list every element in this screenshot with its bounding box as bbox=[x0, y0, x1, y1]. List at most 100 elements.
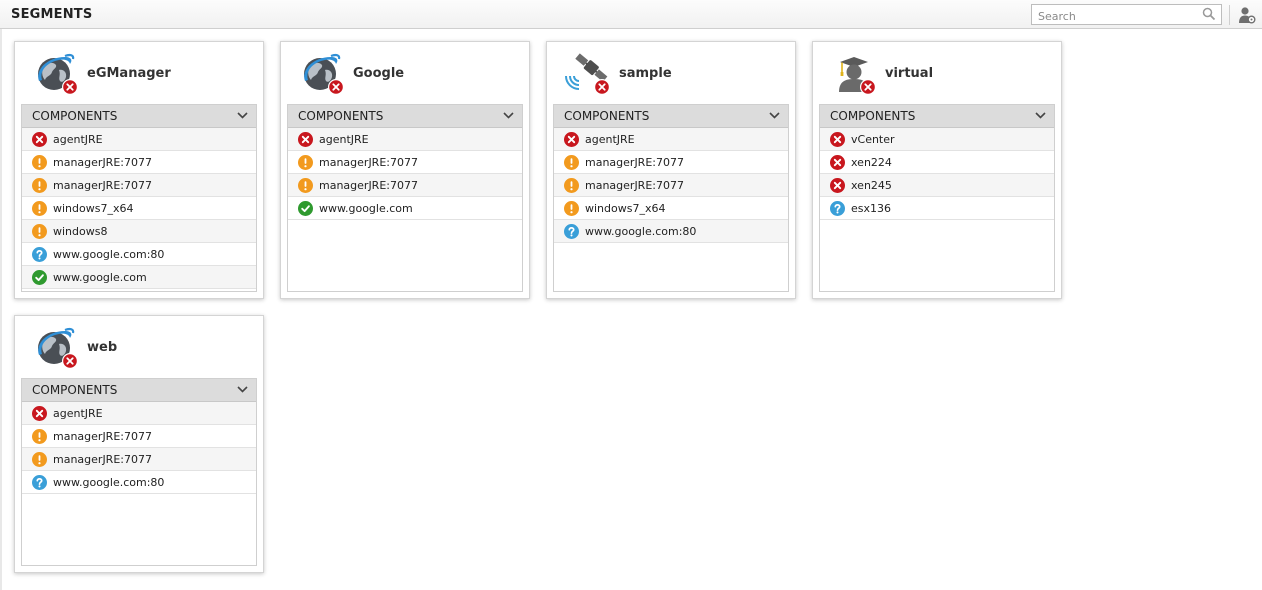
component-row[interactable]: managerJRE:7077 bbox=[22, 448, 256, 471]
component-row[interactable]: www.google.com bbox=[288, 197, 522, 220]
component-name: esx136 bbox=[851, 202, 892, 215]
chevron-down-icon[interactable] bbox=[237, 386, 248, 393]
chevron-down-icon[interactable] bbox=[237, 112, 248, 119]
component-row[interactable]: managerJRE:7077 bbox=[22, 425, 256, 448]
search-input[interactable] bbox=[1032, 7, 1198, 26]
segment-card-header[interactable]: eGManager bbox=[15, 42, 263, 104]
user-settings-icon[interactable] bbox=[1238, 6, 1256, 24]
component-name: windows7_x64 bbox=[585, 202, 666, 215]
unknown-status-icon bbox=[32, 247, 47, 262]
globe-icon bbox=[38, 327, 78, 369]
component-row[interactable]: esx136 bbox=[820, 197, 1054, 220]
segment-card[interactable]: virtual COMPONENTS vCenter xen224 xen245 esx1… bbox=[812, 41, 1062, 299]
component-row[interactable]: managerJRE:7077 bbox=[22, 174, 256, 197]
critical-status-icon bbox=[830, 178, 845, 193]
component-name: managerJRE:7077 bbox=[53, 453, 152, 466]
components-header[interactable]: COMPONENTS bbox=[22, 105, 256, 128]
component-row[interactable]: managerJRE:7077 bbox=[554, 174, 788, 197]
component-row[interactable]: managerJRE:7077 bbox=[22, 151, 256, 174]
components-header-label: COMPONENTS bbox=[564, 109, 650, 123]
search-box[interactable] bbox=[1031, 4, 1222, 26]
components-header[interactable]: COMPONENTS bbox=[554, 105, 788, 128]
unknown-status-icon bbox=[830, 201, 845, 216]
major-status-icon bbox=[32, 155, 47, 170]
major-status-icon bbox=[32, 201, 47, 216]
segment-card-header[interactable]: virtual bbox=[813, 42, 1061, 104]
critical-badge-icon bbox=[594, 79, 610, 95]
component-name: www.google.com:80 bbox=[53, 476, 165, 489]
component-row[interactable]: agentJRE bbox=[288, 128, 522, 151]
components-header[interactable]: COMPONENTS bbox=[820, 105, 1054, 128]
major-status-icon bbox=[564, 155, 579, 170]
component-row[interactable]: agentJRE bbox=[554, 128, 788, 151]
globe-icon bbox=[304, 53, 344, 95]
chevron-down-icon[interactable] bbox=[503, 112, 514, 119]
segment-card-header[interactable]: web bbox=[15, 316, 263, 378]
major-status-icon bbox=[564, 201, 579, 216]
component-row[interactable]: windows8 bbox=[22, 220, 256, 243]
segment-card-header[interactable]: Google bbox=[281, 42, 529, 104]
component-row[interactable]: agentJRE bbox=[22, 402, 256, 425]
toolbar-divider bbox=[1229, 5, 1230, 25]
component-row[interactable]: managerJRE:7077 bbox=[288, 174, 522, 197]
components-panel: COMPONENTS agentJRE managerJRE:7077 manager… bbox=[21, 378, 257, 566]
component-row[interactable]: managerJRE:7077 bbox=[554, 151, 788, 174]
top-bar: SEGMENTS bbox=[0, 0, 1262, 29]
component-row[interactable]: xen224 bbox=[820, 151, 1054, 174]
component-name: managerJRE:7077 bbox=[319, 179, 418, 192]
segment-name[interactable]: virtual bbox=[885, 66, 933, 81]
segment-card[interactable]: web COMPONENTS agentJRE managerJRE:7077 mana… bbox=[14, 315, 264, 573]
segment-name[interactable]: Google bbox=[353, 66, 404, 81]
component-row[interactable]: www.google.com:80 bbox=[22, 243, 256, 266]
components-header-label: COMPONENTS bbox=[298, 109, 384, 123]
major-status-icon bbox=[564, 178, 579, 193]
normal-status-icon bbox=[32, 270, 47, 285]
component-row[interactable]: www.google.com:80 bbox=[22, 471, 256, 494]
chevron-down-icon[interactable] bbox=[1035, 112, 1046, 119]
components-header[interactable]: COMPONENTS bbox=[288, 105, 522, 128]
components-header-label: COMPONENTS bbox=[830, 109, 916, 123]
critical-status-icon bbox=[830, 155, 845, 170]
component-name: www.google.com bbox=[53, 271, 147, 284]
segment-name[interactable]: eGManager bbox=[87, 66, 171, 81]
search-icon[interactable] bbox=[1202, 7, 1216, 21]
critical-status-icon bbox=[32, 406, 47, 421]
left-edge bbox=[0, 29, 2, 590]
component-row[interactable]: agentJRE bbox=[22, 128, 256, 151]
component-row[interactable]: vCenter bbox=[820, 128, 1054, 151]
component-name: xen224 bbox=[851, 156, 892, 169]
component-name: agentJRE bbox=[53, 133, 103, 146]
segment-card[interactable]: sample COMPONENTS agentJRE managerJRE:7077 m… bbox=[546, 41, 796, 299]
segment-card[interactable]: eGManager COMPONENTS agentJRE managerJRE:70… bbox=[14, 41, 264, 299]
component-name: agentJRE bbox=[585, 133, 635, 146]
components-header[interactable]: COMPONENTS bbox=[22, 379, 256, 402]
segment-name[interactable]: web bbox=[87, 340, 117, 355]
component-row[interactable]: managerJRE:7077 bbox=[288, 151, 522, 174]
component-row[interactable]: www.google.com:80 bbox=[554, 220, 788, 243]
components-panel: COMPONENTS vCenter xen224 xen245 esx136 bbox=[819, 104, 1055, 292]
critical-badge-icon bbox=[328, 79, 344, 95]
component-name: managerJRE:7077 bbox=[585, 156, 684, 169]
components-panel: COMPONENTS agentJRE managerJRE:7077 manager… bbox=[553, 104, 789, 292]
components-header-label: COMPONENTS bbox=[32, 109, 118, 123]
chevron-down-icon[interactable] bbox=[769, 112, 780, 119]
critical-status-icon bbox=[32, 132, 47, 147]
segment-card-header[interactable]: sample bbox=[547, 42, 795, 104]
component-row[interactable]: windows7_x64 bbox=[22, 197, 256, 220]
components-panel: COMPONENTS agentJRE managerJRE:7077 manager… bbox=[287, 104, 523, 292]
segment-name[interactable]: sample bbox=[619, 66, 672, 81]
component-row[interactable]: xen245 bbox=[820, 174, 1054, 197]
critical-status-icon bbox=[830, 132, 845, 147]
component-name: windows8 bbox=[53, 225, 108, 238]
component-name: managerJRE:7077 bbox=[53, 156, 152, 169]
critical-status-icon bbox=[564, 132, 579, 147]
component-row[interactable]: www.google.com bbox=[22, 266, 256, 289]
component-row[interactable]: windows7_x64 bbox=[554, 197, 788, 220]
component-name: windows7_x64 bbox=[53, 202, 134, 215]
segment-card[interactable]: Google COMPONENTS agentJRE managerJRE:7077 m… bbox=[280, 41, 530, 299]
component-name: xen245 bbox=[851, 179, 892, 192]
component-name: www.google.com:80 bbox=[585, 225, 697, 238]
critical-badge-icon bbox=[62, 79, 78, 95]
major-status-icon bbox=[32, 452, 47, 467]
critical-status-icon bbox=[298, 132, 313, 147]
